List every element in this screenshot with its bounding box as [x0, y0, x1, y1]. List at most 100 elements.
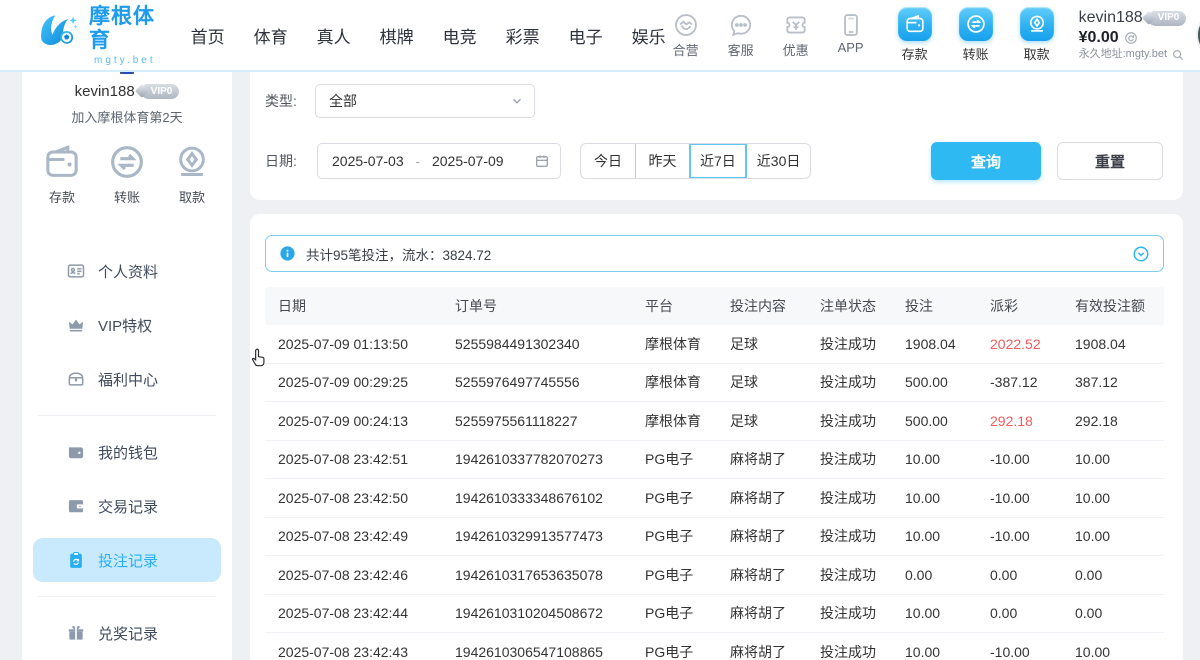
filter-panel: 类型: 全部 日期: 2025-07-03 - 2025-07-09 — [250, 72, 1183, 200]
sidebar-quick-action[interactable]: 存款 — [42, 142, 82, 206]
transfer-icon — [107, 142, 147, 182]
sidebar-menu-item[interactable]: 交易记录 — [33, 484, 221, 528]
cell-valid: 292.18 — [1062, 413, 1164, 429]
cell-payout: -10.00 — [977, 490, 1062, 506]
sidebar-menu-label: 兑奖记录 — [98, 623, 158, 644]
idcard-icon — [66, 261, 86, 281]
date-range-button[interactable]: 昨天 — [635, 144, 689, 178]
logo-title: 摩根体育 — [89, 5, 161, 53]
cell-status: 投注成功 — [807, 603, 892, 623]
cell-payout: 0.00 — [977, 567, 1062, 583]
cell-status: 投注成功 — [807, 334, 892, 354]
date-range-input[interactable]: 2025-07-03 - 2025-07-09 — [317, 143, 561, 179]
logo-icon — [36, 9, 80, 61]
sidebar-divider — [38, 596, 216, 597]
sidebar-menu-item[interactable]: VIP特权 — [33, 303, 221, 347]
cell-date: 2025-07-08 23:42:46 — [265, 567, 442, 583]
navbar-wallet-icons: 存款 转账 取款 — [893, 7, 1059, 63]
sidebar-quick-actions: 存款 转账 取款 — [42, 142, 212, 206]
cell-date: 2025-07-08 23:42:43 — [265, 644, 442, 660]
cell-bet: 10.00 — [892, 528, 977, 544]
cell-valid: 10.00 — [1062, 644, 1164, 660]
cell-payout: -10.00 — [977, 644, 1062, 660]
query-button[interactable]: 查询 — [931, 142, 1041, 180]
navbar-quick-icon[interactable]: 优惠 — [776, 12, 816, 59]
nav-item[interactable]: 体育 — [254, 23, 288, 48]
permanent-address: 永久地址:mgty.bet — [1079, 48, 1167, 62]
column-header: 订单号 — [442, 296, 632, 316]
cell-order: 1942610317653635078 — [442, 567, 632, 583]
records-panel: 共计95笔投注，流水：3824.72 日期订单号平台投注内容注单状态投注派彩有效… — [250, 214, 1183, 660]
sidebar-menu-item[interactable]: 我的钱包 — [33, 430, 221, 474]
handshake-icon — [673, 12, 699, 38]
info-icon — [279, 245, 296, 262]
sidebar-menu-item[interactable]: 个人资料 — [33, 249, 221, 293]
cell-content: 麻将胡了 — [717, 488, 807, 508]
cell-payout: 292.18 — [977, 413, 1062, 429]
date-range-button[interactable]: 近30日 — [746, 144, 811, 178]
app-icon — [838, 12, 864, 38]
nav-item[interactable]: 娱乐 — [632, 23, 666, 48]
coupon-icon — [783, 12, 809, 38]
nav-item[interactable]: 电竞 — [443, 23, 477, 48]
cell-order: 5255975561118227 — [442, 413, 632, 429]
sidebar-quick-action[interactable]: 取款 — [172, 142, 212, 206]
cell-date: 2025-07-08 23:42:49 — [265, 528, 442, 544]
sidebar-menu-item[interactable]: 福利中心 — [33, 357, 221, 401]
nav-item[interactable]: 首页 — [191, 23, 225, 48]
nav-item[interactable]: 真人 — [317, 23, 351, 48]
cell-status: 投注成功 — [807, 488, 892, 508]
sidebar-menu: 个人资料 VIP特权 福利中心 我的钱包 交易记录 投注记录 兑奖记录 — [22, 244, 232, 660]
cell-valid: 10.00 — [1062, 451, 1164, 467]
transfer-icon — [959, 7, 993, 41]
user-info[interactable]: kevin188 VIP0 ¥0.00 永久地址:mgty.bet — [1079, 8, 1187, 62]
expand-summary-icon[interactable] — [1132, 245, 1150, 263]
gift-icon — [66, 623, 86, 643]
sidebar-menu-item[interactable]: 投注记录 — [33, 538, 221, 582]
date-range-button[interactable]: 今日 — [581, 144, 635, 178]
date-range-button[interactable]: 近7日 — [689, 144, 746, 178]
quick-action-label: 取款 — [179, 187, 205, 206]
logo[interactable]: 摩根体育 mgty.bet — [36, 5, 161, 66]
navbar-wallet-icon[interactable]: 取款 — [1015, 7, 1059, 63]
cell-order: 1942610337782070273 — [442, 451, 632, 467]
nav-item[interactable]: 电子 — [569, 23, 603, 48]
cell-platform: PG电子 — [632, 526, 717, 546]
quick-action-label: 存款 — [49, 187, 75, 206]
navbar-quick-icon[interactable]: 合营 — [666, 12, 706, 59]
cell-date: 2025-07-08 23:42:50 — [265, 490, 442, 506]
cell-bet: 10.00 — [892, 490, 977, 506]
type-select[interactable]: 全部 — [315, 84, 535, 118]
date-separator: - — [416, 154, 420, 169]
withdraw-icon — [1020, 7, 1054, 41]
cell-content: 足球 — [717, 372, 807, 392]
sidebar-menu-item[interactable]: 兑奖记录 — [33, 611, 221, 655]
table-row: 2025-07-08 23:42:431942610306547108865PG… — [265, 633, 1164, 660]
navbar-wallet-icon[interactable]: 存款 — [893, 7, 937, 63]
sidebar-menu-label: 交易记录 — [98, 496, 158, 517]
cell-bet: 10.00 — [892, 605, 977, 621]
navbar-quick-icon[interactable]: 客服 — [721, 12, 761, 59]
sidebar-menu-label: VIP特权 — [98, 315, 152, 336]
logo-subtitle: mgty.bet — [94, 55, 156, 66]
nav-item[interactable]: 彩票 — [506, 23, 540, 48]
cell-platform: PG电子 — [632, 449, 717, 469]
cell-status: 投注成功 — [807, 449, 892, 469]
wallet-icon-label: 取款 — [1024, 44, 1050, 63]
cell-payout: -387.12 — [977, 374, 1062, 390]
card-icon — [66, 496, 86, 516]
quick-icon-label: APP — [838, 40, 864, 55]
search-icon[interactable] — [1171, 48, 1185, 62]
navbar-quick-icon[interactable]: APP — [831, 12, 871, 55]
refresh-balance-icon[interactable] — [1124, 31, 1138, 45]
nav-item[interactable]: 棋牌 — [380, 23, 414, 48]
vip-badge: VIP0 — [1148, 11, 1187, 26]
cell-payout: -10.00 — [977, 528, 1062, 544]
column-header: 有效投注额 — [1062, 296, 1164, 316]
summary-text: 共计95笔投注，流水：3824.72 — [306, 244, 491, 264]
sidebar-quick-action[interactable]: 转账 — [107, 142, 147, 206]
navbar-wallet-icon[interactable]: 转账 — [954, 7, 998, 63]
reset-button[interactable]: 重置 — [1057, 142, 1163, 180]
cell-content: 足球 — [717, 411, 807, 431]
sidebar-menu-label: 我的钱包 — [98, 442, 158, 463]
